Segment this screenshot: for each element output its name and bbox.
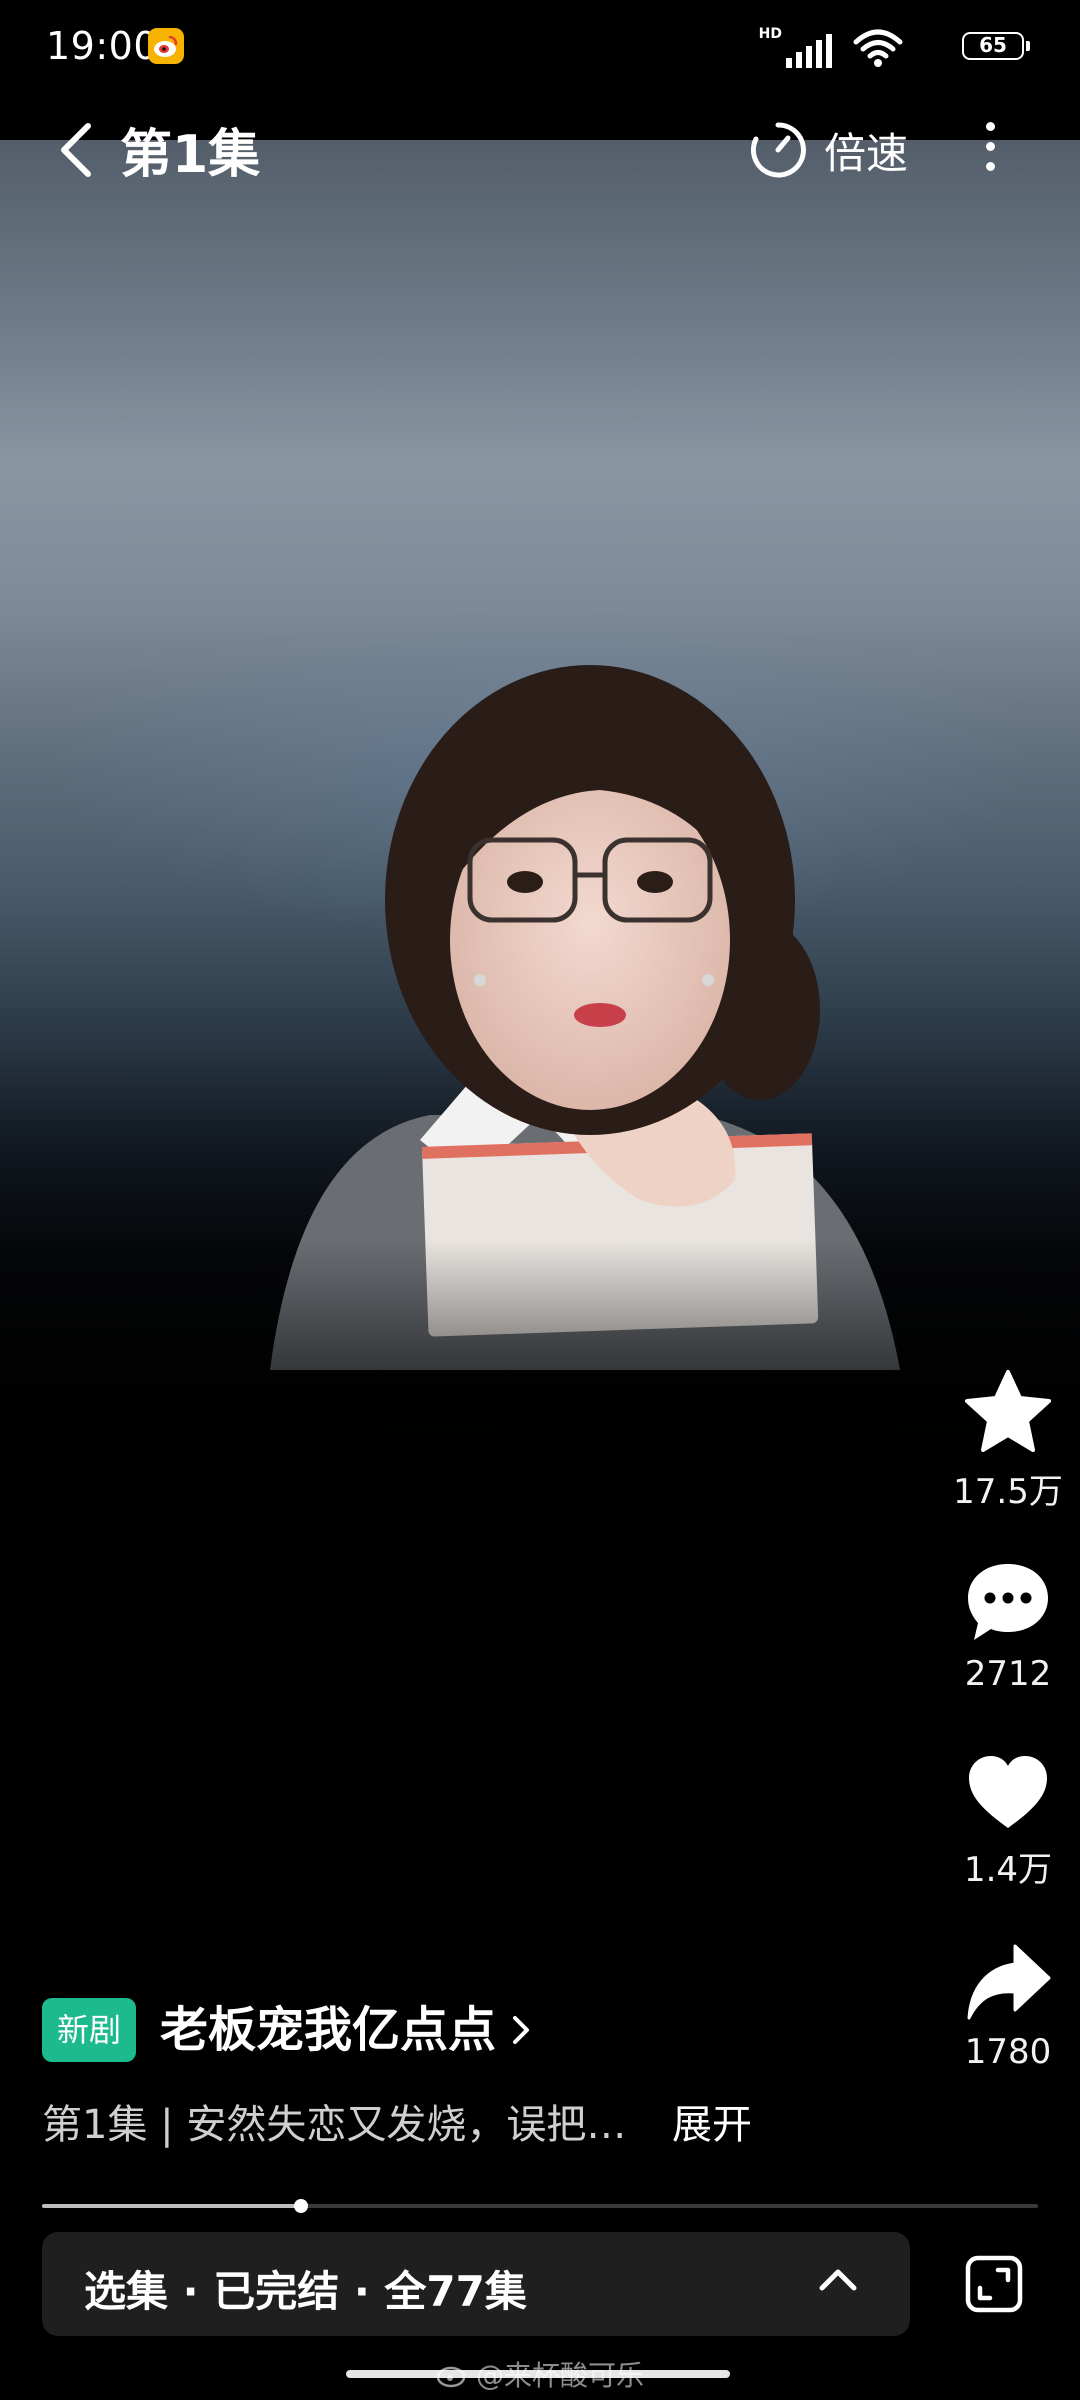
- chevron-left-icon[interactable]: [50, 116, 106, 184]
- watermark: @来杯酸可乐: [436, 2354, 644, 2394]
- drama-title-link[interactable]: 老板宠我亿点点: [160, 1998, 532, 2062]
- playback-speed-button[interactable]: 倍速: [748, 118, 908, 182]
- expand-button[interactable]: 展开: [672, 2092, 752, 2150]
- chevron-up-icon: [819, 2269, 857, 2291]
- weibo-icon: [148, 28, 184, 64]
- weibo-watermark-icon: [436, 2366, 466, 2388]
- battery-level: 65: [979, 33, 1007, 57]
- comment-button[interactable]: 2712: [950, 1560, 1066, 1694]
- wifi-icon: [853, 29, 903, 67]
- episode-description: 第1集 | 安然失恋又发烧，误把…: [42, 2102, 627, 2148]
- video-frame-image: [0, 665, 1080, 1500]
- favorite-button[interactable]: 17.5万: [950, 1368, 1066, 1513]
- video-player[interactable]: [0, 140, 1080, 1500]
- episode-title: 第1集: [120, 125, 261, 185]
- progress-thumb[interactable]: [294, 2199, 308, 2213]
- progress-fill: [42, 2204, 301, 2208]
- fullscreen-icon[interactable]: [964, 2254, 1024, 2314]
- favorite-count: 17.5万: [953, 1472, 1063, 1512]
- timer-icon: [750, 122, 806, 178]
- star-icon: [965, 1370, 1051, 1452]
- comment-count: 2712: [964, 1654, 1052, 1694]
- share-count: 1780: [964, 2032, 1052, 2072]
- watermark-text: @来杯酸可乐: [476, 2359, 645, 2392]
- share-icon: [967, 1944, 1051, 2020]
- signal-icon: [786, 34, 832, 68]
- new-drama-badge: 新剧: [42, 1998, 136, 2062]
- drama-title: 老板宠我亿点点: [160, 2002, 497, 2058]
- episode-selector-label: 选集 · 已完结 · 全77集: [84, 2267, 527, 2316]
- heart-icon: [969, 1756, 1047, 1828]
- like-button[interactable]: 1.4万: [950, 1752, 1066, 1891]
- battery-icon: 65: [962, 32, 1030, 60]
- comment-icon: [968, 1564, 1048, 1640]
- video-progress-bar[interactable]: [42, 2199, 1038, 2213]
- network-label: HD: [758, 26, 782, 42]
- more-vertical-icon[interactable]: [970, 116, 1010, 186]
- short-drama-player: 19:00 HD 65 第1集 倍速 17.5万 2712 1.4万 1780 …: [0, 0, 1080, 2400]
- chevron-right-icon: [513, 2016, 530, 2044]
- speed-label: 倍速: [824, 128, 909, 178]
- share-button[interactable]: 1780: [950, 1942, 1066, 2072]
- status-time: 19:00: [46, 24, 159, 68]
- like-count: 1.4万: [963, 1850, 1053, 1890]
- episode-selector[interactable]: 选集 · 已完结 · 全77集: [42, 2232, 910, 2336]
